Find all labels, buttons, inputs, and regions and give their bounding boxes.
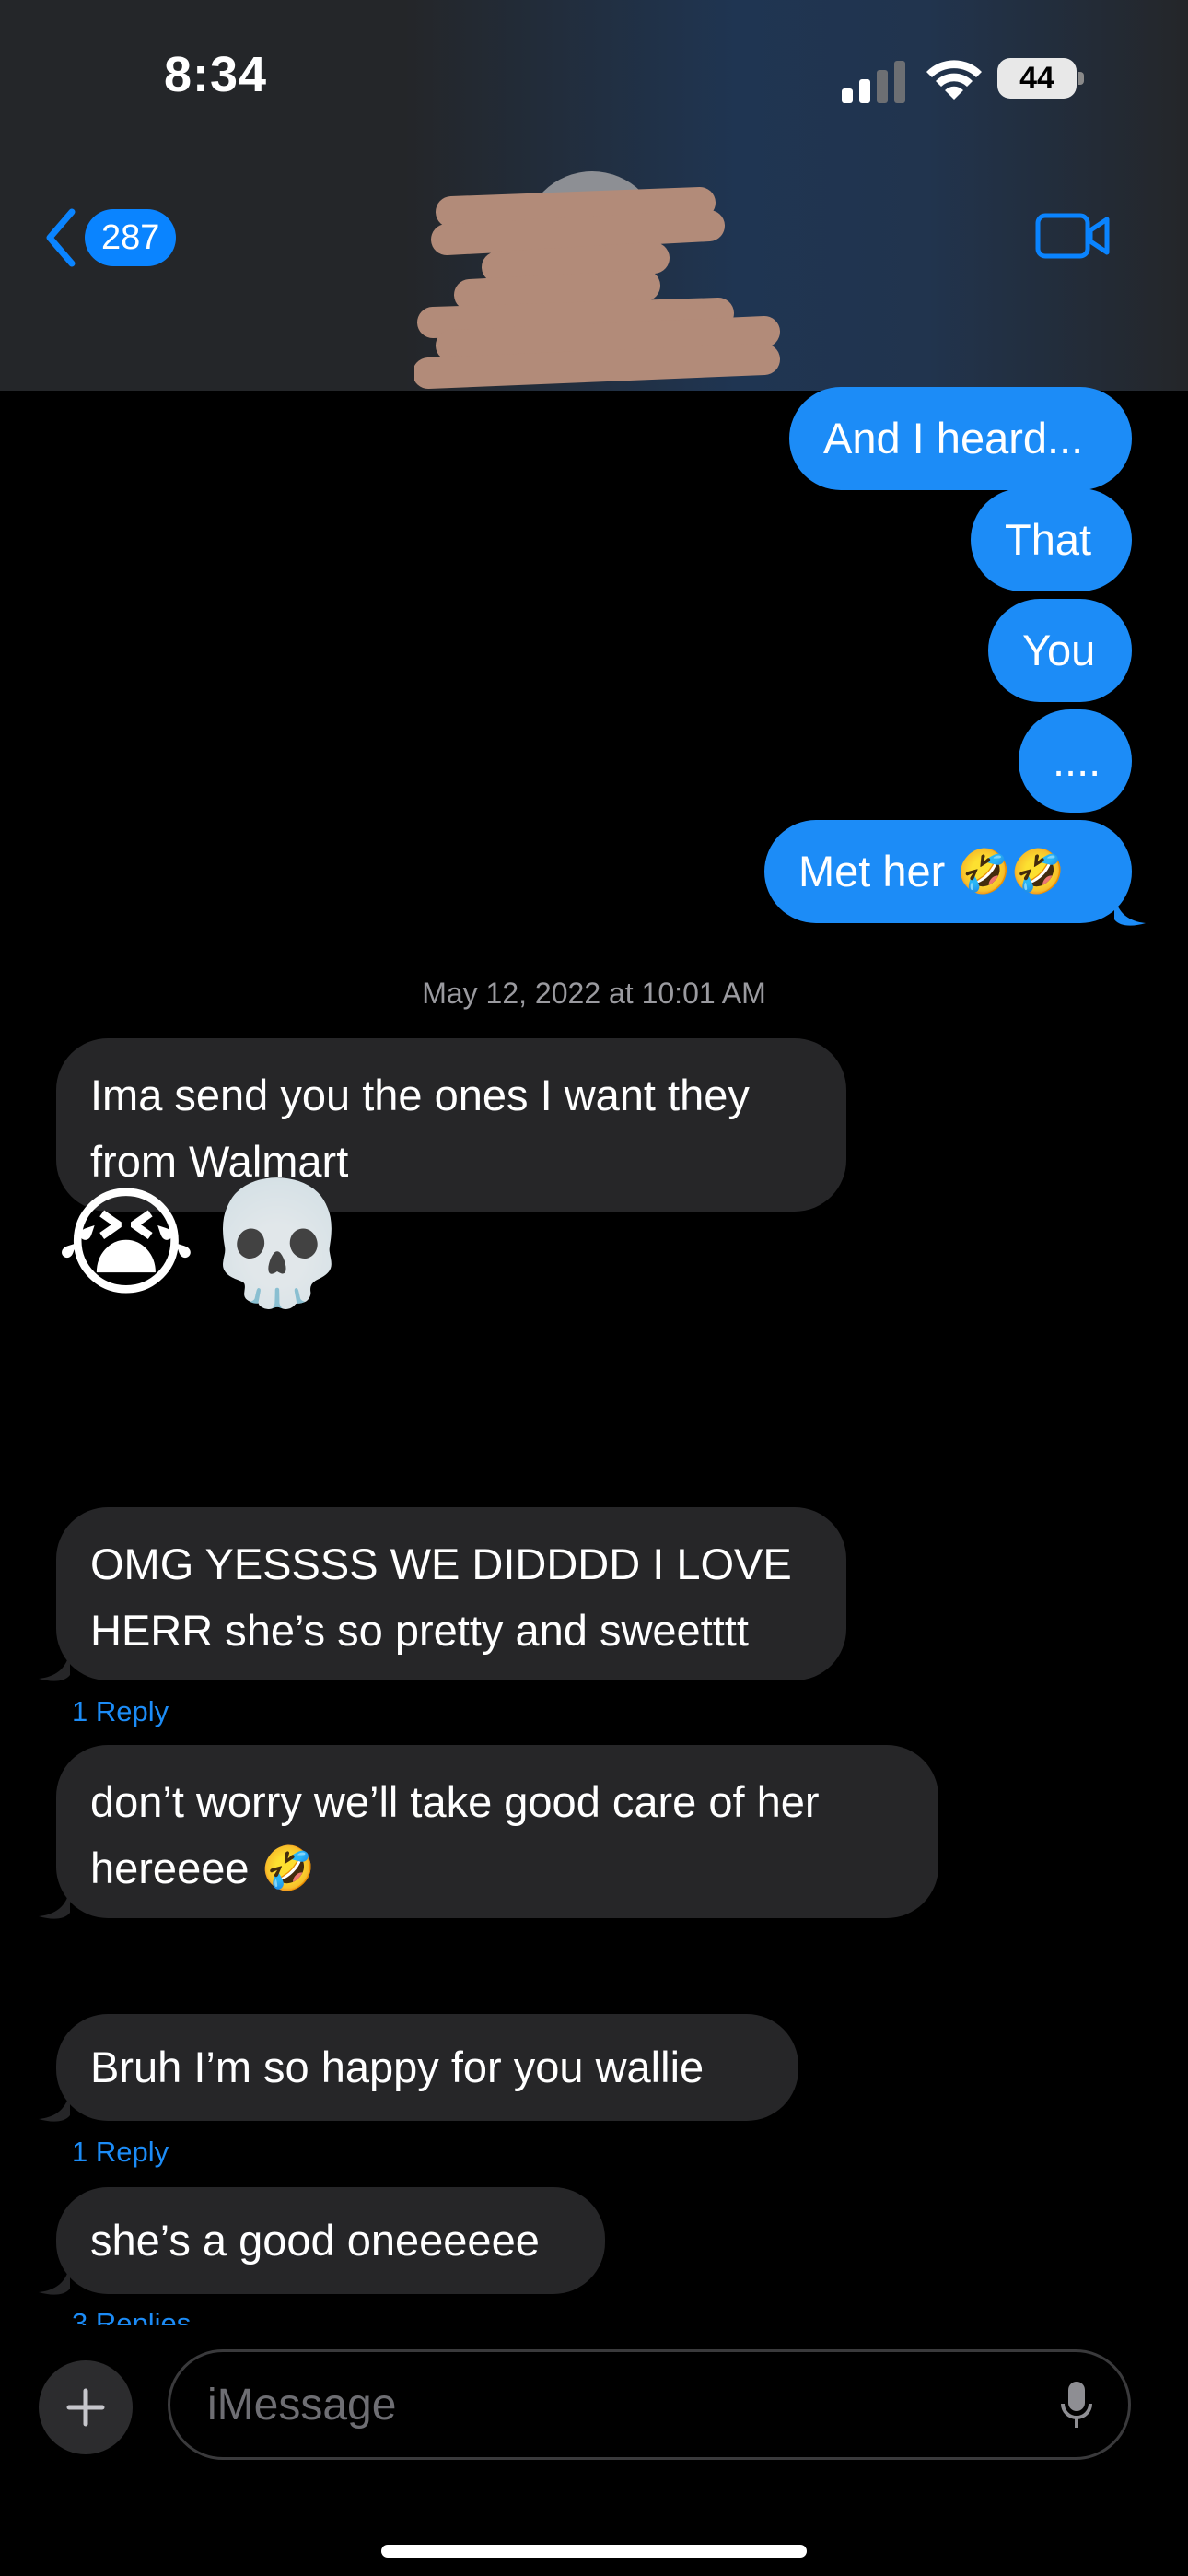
status-time: 8:34 bbox=[164, 47, 268, 102]
conversation-header: 8:34 44 287 Li bbox=[0, 0, 1188, 391]
bubble-tail bbox=[1114, 896, 1146, 926]
bubble-tail bbox=[39, 1651, 70, 1681]
message-timestamp: May 12, 2022 at 10:01 AM bbox=[422, 977, 766, 1010]
incoming-message[interactable]: OMG YESSSS WE DIDDDD I LOVE HERR she’s s… bbox=[56, 1507, 846, 1680]
outgoing-message[interactable]: And I heard... bbox=[789, 387, 1132, 490]
skull-emoji[interactable]: 💀 bbox=[203, 1174, 352, 1312]
loudly-crying-emoji[interactable]: 😭 bbox=[56, 1174, 196, 1312]
plus-icon bbox=[66, 2388, 105, 2427]
outgoing-message[interactable]: .... bbox=[1019, 709, 1132, 813]
thread-reply-link[interactable]: 1 Reply bbox=[72, 1695, 169, 1728]
incoming-message[interactable]: don’t worry we’ll take good care of her … bbox=[56, 1745, 938, 1918]
add-attachment-button[interactable] bbox=[39, 2360, 133, 2454]
message-input[interactable] bbox=[205, 2378, 1001, 2431]
outgoing-message[interactable]: You bbox=[988, 599, 1132, 702]
message-thread[interactable]: And I heard... That You .... Met her 🤣🤣 … bbox=[0, 387, 1188, 2339]
home-indicator[interactable] bbox=[381, 2545, 807, 2558]
bubble-tail bbox=[39, 1889, 70, 1919]
bubble-tail bbox=[39, 2091, 70, 2122]
back-button[interactable]: 287 bbox=[44, 205, 177, 271]
wifi-icon bbox=[926, 60, 982, 100]
thread-reply-link[interactable]: 1 Reply bbox=[72, 2136, 169, 2169]
battery-indicator: 44 bbox=[997, 58, 1077, 99]
message-composer bbox=[0, 2325, 1188, 2576]
video-call-icon[interactable] bbox=[1035, 210, 1111, 262]
incoming-message[interactable]: Bruh I’m so happy for you wallie bbox=[56, 2014, 798, 2121]
outgoing-message[interactable]: That bbox=[971, 488, 1132, 591]
unread-count-badge: 287 bbox=[85, 209, 177, 266]
incoming-message[interactable]: she’s a good oneeeeee bbox=[56, 2187, 605, 2294]
message-input-field[interactable] bbox=[168, 2349, 1131, 2460]
bubble-tail bbox=[39, 2265, 70, 2295]
battery-tip bbox=[1078, 72, 1084, 85]
outgoing-message[interactable]: Met her 🤣🤣 bbox=[764, 820, 1132, 923]
cellular-signal-icon bbox=[842, 61, 905, 103]
microphone-icon[interactable] bbox=[1060, 2380, 1093, 2431]
chevron-left-icon bbox=[46, 208, 76, 267]
redaction-scribble bbox=[414, 187, 780, 389]
